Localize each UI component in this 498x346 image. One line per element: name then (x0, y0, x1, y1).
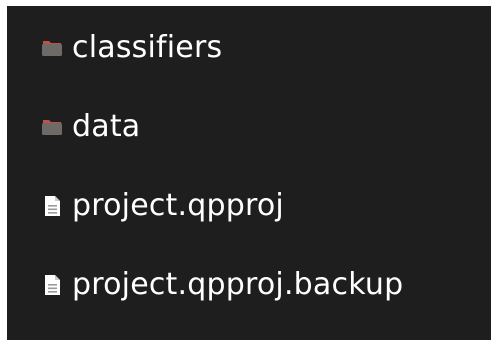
file-list: classifiers data project.qpproj project.… (41, 28, 481, 305)
item-name: project.qpproj.backup (72, 267, 404, 302)
item-name: project.qpproj (72, 188, 284, 223)
list-item-data[interactable]: data (41, 107, 481, 147)
item-name: classifiers (72, 30, 223, 65)
file-icon (41, 194, 63, 218)
folder-icon (41, 38, 63, 58)
list-item-project-qpproj-backup[interactable]: project.qpproj.backup (41, 265, 481, 305)
list-item-project-qpproj[interactable]: project.qpproj (41, 186, 481, 226)
file-icon (41, 273, 63, 297)
file-browser-panel: classifiers data project.qpproj project.… (7, 6, 491, 340)
list-item-classifiers[interactable]: classifiers (41, 28, 481, 68)
folder-icon (41, 117, 63, 137)
item-name: data (72, 109, 141, 144)
